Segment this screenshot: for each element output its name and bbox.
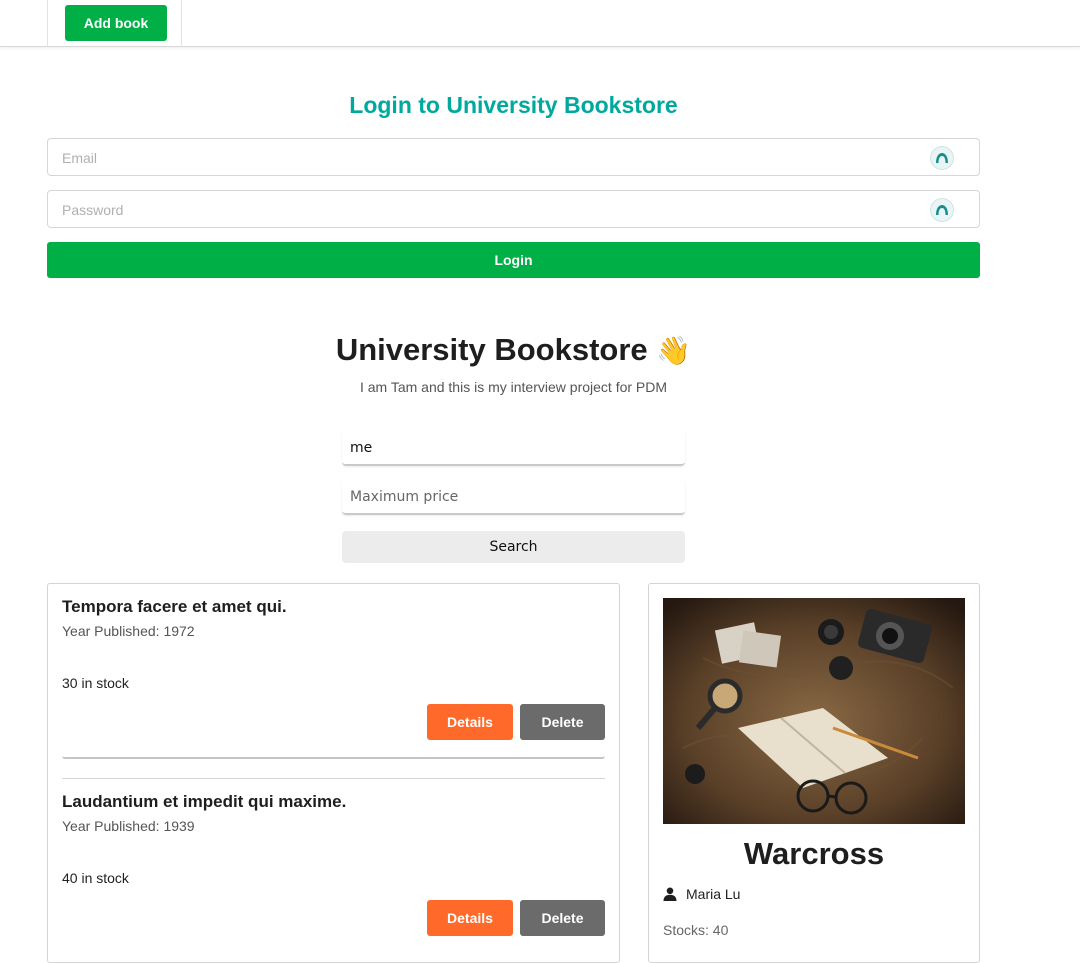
featured-book-card: Warcross Maria Lu Stocks: 40 [648, 583, 980, 963]
page-title-text: University Bookstore [335, 332, 648, 367]
book-title: Tempora facere et amet qui. [62, 597, 287, 616]
login-title: Login to University Bookstore [349, 92, 678, 118]
details-button[interactable]: Details [427, 704, 513, 740]
book-stock: 30 in stock [62, 675, 129, 691]
navbar-tab: Add book [47, 0, 182, 47]
search-button[interactable]: Search [342, 531, 685, 563]
page-subtitle: I am Tam and this is my interview projec… [359, 379, 668, 395]
featured-stocks: Stocks: 40 [663, 922, 729, 938]
password-placeholder: Password [62, 202, 124, 218]
page-title: University Bookstore 👋 [0, 332, 1027, 368]
email-placeholder: Email [62, 150, 98, 166]
waving-hand-icon: 👋 [656, 335, 692, 366]
book-year: Year Published: 1939 [62, 818, 195, 834]
book-list: Tempora facere et amet qui. Year Publish… [47, 583, 620, 963]
book-year: Year Published: 1972 [62, 623, 195, 639]
author-name: Maria Lu [686, 886, 741, 902]
password-field[interactable]: Password [47, 190, 980, 228]
featured-book-title: Warcross [743, 836, 885, 871]
add-book-button[interactable]: Add book [65, 5, 167, 41]
max-price-input[interactable]: Maximum price [342, 480, 685, 515]
details-button[interactable]: Details [427, 900, 513, 936]
login-button[interactable]: Login [47, 242, 980, 278]
list-item: Laudantium et impedit qui maxime. Year P… [62, 792, 605, 942]
book-cover-image [663, 598, 965, 824]
featured-author: Maria Lu [663, 886, 740, 902]
top-navbar: Add book [0, 0, 1080, 47]
email-field[interactable]: Email [47, 138, 980, 176]
password-manager-icon[interactable] [930, 198, 954, 222]
book-title: Laudantium et impedit qui maxime. [62, 792, 347, 811]
password-manager-icon[interactable] [930, 146, 954, 170]
item-divider [62, 756, 605, 759]
delete-button[interactable]: Delete [520, 900, 605, 936]
book-stock: 40 in stock [62, 870, 129, 886]
delete-button[interactable]: Delete [520, 704, 605, 740]
search-query-input[interactable]: me [342, 431, 685, 466]
user-icon [663, 887, 677, 901]
item-divider [62, 778, 605, 779]
list-item: Tempora facere et amet qui. Year Publish… [62, 597, 605, 747]
